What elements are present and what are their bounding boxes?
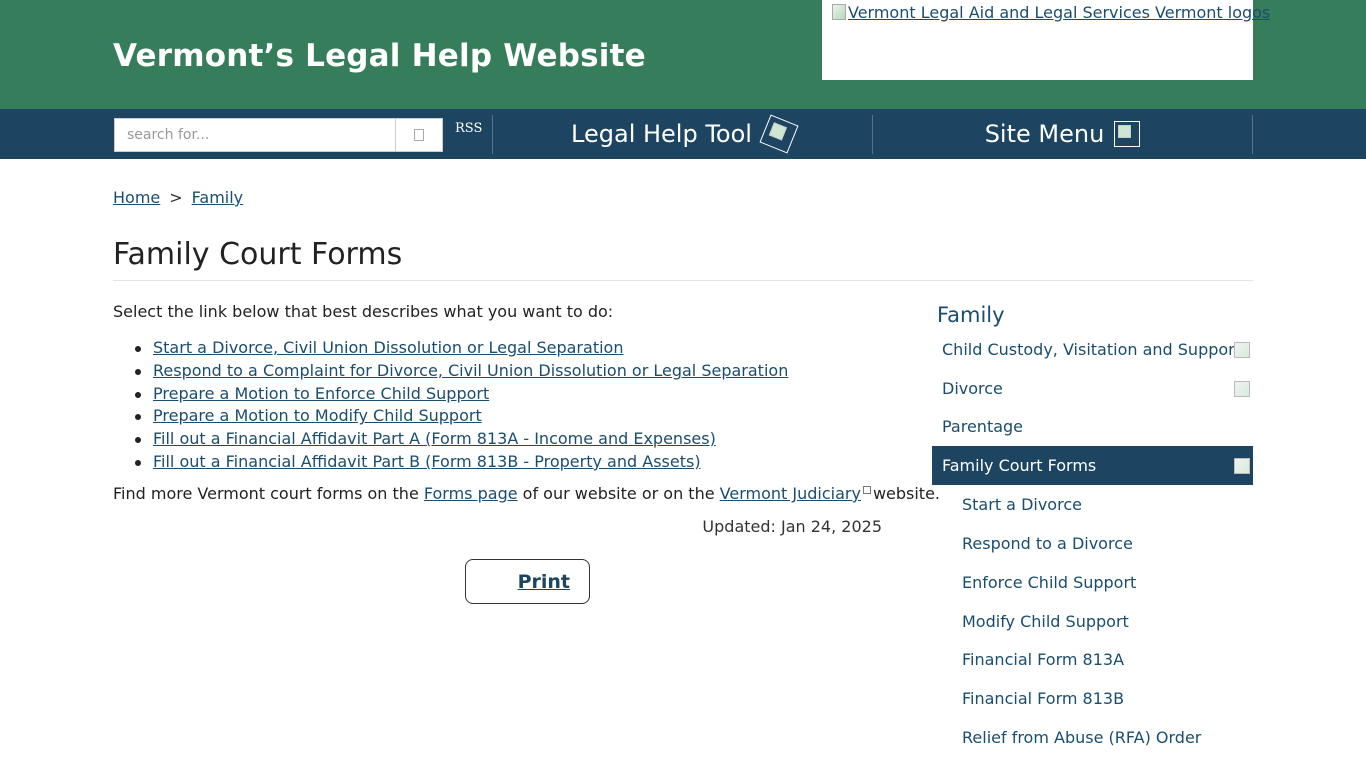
- breadcrumb-separator: >: [169, 188, 183, 207]
- sidebar-item-label: Parentage: [942, 417, 1024, 436]
- expand-icon[interactable]: [1234, 342, 1250, 358]
- forms-page-link[interactable]: Forms page: [424, 484, 518, 503]
- broken-image-icon: [832, 4, 846, 20]
- breadcrumb-home[interactable]: Home: [113, 188, 160, 207]
- form-links-list: Start a Divorce, Civil Union Dissolution…: [113, 337, 788, 474]
- sidebar-subitem-start-divorce[interactable]: Start a Divorce: [932, 485, 1253, 524]
- site-menu-label: Site Menu: [984, 120, 1105, 148]
- list-item: Fill out a Financial Affidavit Part B (F…: [113, 451, 788, 474]
- print-button[interactable]: Print: [465, 559, 590, 604]
- sidebar-item-label: Respond to a Divorce: [962, 534, 1133, 553]
- sidebar-item-label: Modify Child Support: [962, 612, 1129, 631]
- main-navbar: RSS Legal Help Tool Site Menu: [0, 109, 1366, 159]
- print-label: Print: [517, 570, 570, 593]
- legal-help-tool-label: Legal Help Tool: [571, 120, 752, 148]
- intro-text: Select the link below that best describe…: [113, 302, 614, 321]
- sidebar-item-label: Family Court Forms: [942, 456, 1097, 475]
- affidavit-a-link[interactable]: Fill out a Financial Affidavit Part A (F…: [153, 429, 716, 448]
- external-link-icon: [862, 486, 871, 494]
- title-divider: [113, 280, 1253, 281]
- more-prefix: Find more Vermont court forms on the: [113, 484, 419, 503]
- sidebar-item-divorce[interactable]: Divorce: [932, 369, 1253, 408]
- affidavit-b-link[interactable]: Fill out a Financial Affidavit Part B (F…: [153, 452, 701, 471]
- more-middle: of our website or on the: [522, 484, 715, 503]
- vermont-judiciary-link[interactable]: Vermont Judiciary: [720, 484, 861, 503]
- sidebar-subitem-form-813b[interactable]: Financial Form 813B: [932, 679, 1253, 718]
- rss-icon[interactable]: RSS: [455, 121, 483, 136]
- enforce-support-link[interactable]: Prepare a Motion to Enforce Child Suppor…: [153, 384, 489, 403]
- sidebar-item-parentage[interactable]: Parentage: [932, 407, 1253, 446]
- sidebar-item-label: Financial Form 813B: [962, 689, 1125, 708]
- list-item: Start a Divorce, Civil Union Dissolution…: [113, 337, 788, 360]
- updated-date: Updated: Jan 24, 2025: [702, 517, 882, 536]
- sidebar-subitem-respond-divorce[interactable]: Respond to a Divorce: [932, 524, 1253, 563]
- breadcrumb-family[interactable]: Family: [192, 188, 243, 207]
- collapse-icon[interactable]: [1234, 458, 1250, 474]
- sidebar-item-label: Enforce Child Support: [962, 573, 1137, 592]
- list-item: Fill out a Financial Affidavit Part A (F…: [113, 428, 788, 451]
- legal-help-tool-icon: [759, 114, 799, 154]
- site-title[interactable]: Vermont’s Legal Help Website: [113, 38, 646, 74]
- site-menu-icon: [1114, 121, 1141, 147]
- more-forms-text: Find more Vermont court forms on the For…: [113, 484, 940, 503]
- nav-divider: [1252, 115, 1253, 154]
- expand-icon[interactable]: [1234, 381, 1250, 397]
- breadcrumb: Home > Family: [113, 188, 243, 207]
- start-divorce-link[interactable]: Start a Divorce, Civil Union Dissolution…: [153, 338, 623, 357]
- sidebar-item-child-custody[interactable]: Child Custody, Visitation and Support: [932, 330, 1253, 369]
- sidebar-subitem-rfa-order[interactable]: Relief from Abuse (RFA) Order: [932, 718, 1253, 757]
- more-suffix: website.: [872, 484, 941, 503]
- modify-support-link[interactable]: Prepare a Motion to Modify Child Support: [153, 406, 482, 425]
- respond-complaint-link[interactable]: Respond to a Complaint for Divorce, Civi…: [153, 361, 788, 380]
- list-item: Respond to a Complaint for Divorce, Civi…: [113, 360, 788, 383]
- site-header: Vermont’s Legal Help Website Vermont Leg…: [0, 0, 1366, 109]
- sidebar-item-label: Divorce: [942, 379, 1003, 398]
- sidebar-subitem-enforce-support[interactable]: Enforce Child Support: [932, 563, 1253, 602]
- partner-logos[interactable]: Vermont Legal Aid and Legal Services Ver…: [822, 0, 1270, 80]
- sidebar-subitem-form-813a[interactable]: Financial Form 813A: [932, 640, 1253, 679]
- logo-link[interactable]: Vermont Legal Aid and Legal Services Ver…: [832, 3, 1270, 22]
- sidebar-item-label: Child Custody, Visitation and Support: [942, 340, 1242, 359]
- site-menu-button[interactable]: Site Menu: [873, 109, 1252, 159]
- search-button[interactable]: [395, 118, 443, 152]
- sidebar-item-label: Start a Divorce: [962, 495, 1082, 514]
- search-icon: [414, 129, 424, 141]
- page-title: Family Court Forms: [113, 237, 403, 272]
- logo-alt-text: Vermont Legal Aid and Legal Services Ver…: [848, 3, 1271, 22]
- list-item: Prepare a Motion to Modify Child Support: [113, 405, 788, 428]
- sidebar-item-label: Financial Form 813A: [962, 650, 1125, 669]
- legal-help-tool-button[interactable]: Legal Help Tool: [493, 109, 872, 159]
- list-item: Prepare a Motion to Enforce Child Suppor…: [113, 383, 788, 406]
- sidebar-item-family-court-forms[interactable]: Family Court Forms: [932, 446, 1253, 485]
- search-input[interactable]: [114, 118, 396, 152]
- sidebar-heading[interactable]: Family: [937, 303, 1005, 327]
- sidebar-subitem-modify-support[interactable]: Modify Child Support: [932, 602, 1253, 641]
- sidebar-item-label: Relief from Abuse (RFA) Order: [962, 728, 1202, 747]
